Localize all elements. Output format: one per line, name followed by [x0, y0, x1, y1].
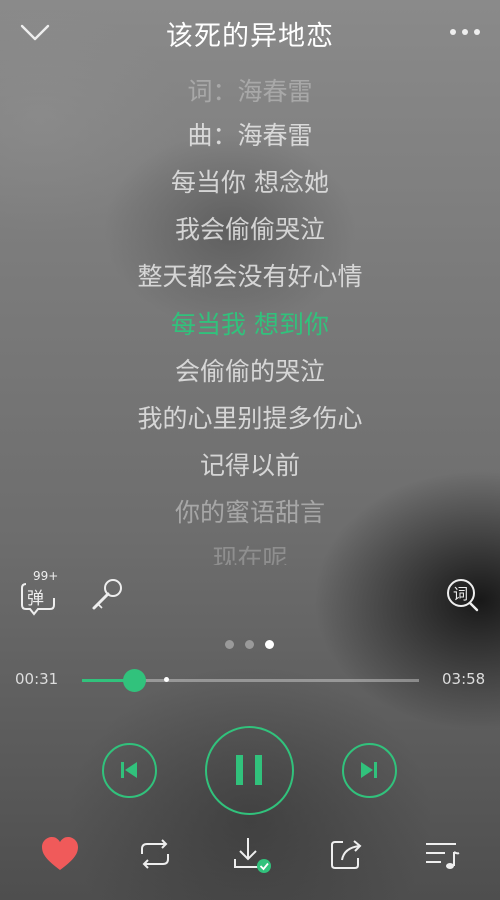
download-button[interactable] [228, 832, 272, 876]
next-button[interactable] [342, 743, 397, 798]
lyric-line: 我的心里别提多伤心 [137, 404, 363, 433]
repeat-icon [141, 839, 169, 869]
chevron-down-icon [20, 24, 50, 41]
karaoke-button[interactable] [88, 576, 126, 614]
heart-icon [42, 837, 78, 870]
lyric-line: 我会偷偷哭泣 [174, 215, 325, 244]
buffer-marker [164, 677, 170, 682]
microphone-icon [92, 579, 122, 610]
page-indicator [0, 640, 500, 650]
lyric-line: 记得以前 [199, 451, 300, 480]
page-dot[interactable] [245, 640, 254, 649]
skip-next-icon [361, 762, 377, 778]
share-icon [331, 840, 362, 869]
skip-previous-icon [121, 762, 137, 778]
lyrics-icon-label: 词 [453, 585, 469, 603]
progress-bar[interactable] [82, 669, 419, 692]
playlist-button[interactable] [421, 832, 465, 876]
danmaku-count-badge: 99+ [33, 569, 59, 583]
current-time: 00:31 [15, 670, 59, 688]
playlist-icon [426, 843, 460, 869]
total-time: 03:58 [442, 670, 486, 688]
repeat-mode-button[interactable] [133, 832, 177, 876]
player-header: 该死的异地恋 [0, 0, 500, 70]
more-options-button[interactable] [448, 22, 482, 42]
pause-icon [236, 755, 262, 785]
lyric-line: 曲：海春雷 [187, 121, 313, 150]
danmaku-label: 弹 [27, 589, 44, 609]
page-dot-active[interactable] [265, 640, 274, 649]
lyric-line: 现在呢 [212, 544, 288, 565]
lyric-line-current: 每当我 想到你 [171, 310, 329, 339]
collapse-button[interactable] [18, 18, 52, 48]
lyric-line: 词：海春雷 [187, 77, 313, 106]
lyric-line: 整天都会没有好心情 [137, 262, 363, 291]
previous-button[interactable] [102, 743, 157, 798]
song-title: 该死的异地恋 [166, 21, 334, 52]
share-button[interactable] [325, 832, 369, 876]
download-icon [234, 838, 271, 873]
page-dot[interactable] [225, 640, 234, 649]
lyric-line: 你的蜜语甜言 [174, 498, 325, 527]
play-pause-button[interactable] [205, 726, 294, 815]
lyrics-settings-button[interactable]: 词 [444, 576, 482, 614]
more-dots-icon [450, 29, 480, 35]
favorite-button[interactable] [38, 832, 82, 876]
lyrics-panel[interactable]: 词：海春雷 曲：海春雷 每当你 想念她 我会偷偷哭泣 整天都会没有好心情 每当我… [0, 70, 500, 565]
lyric-line: 会偷偷的哭泣 [174, 357, 325, 386]
lyric-line: 每当你 想念她 [171, 168, 329, 197]
